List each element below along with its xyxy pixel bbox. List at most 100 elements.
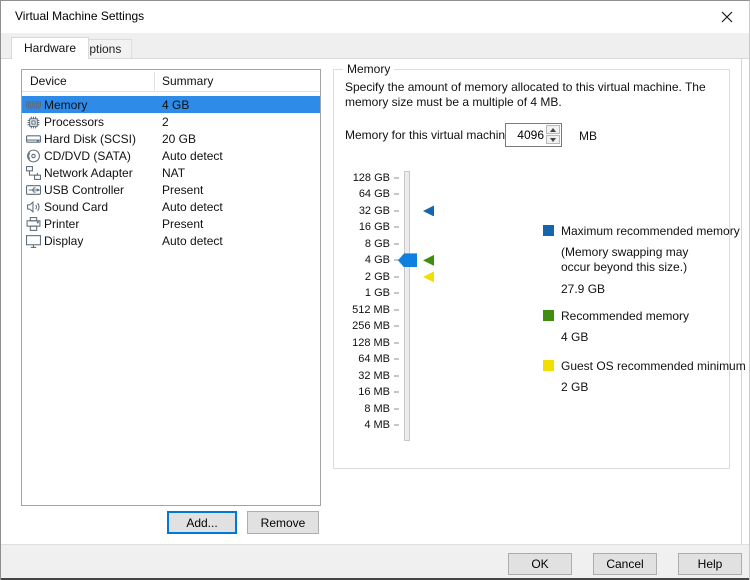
device-name: CD/DVD (SATA) (44, 149, 162, 163)
scale-tick (394, 408, 399, 410)
scale-label: 16 GB (334, 220, 390, 234)
legend-value: 4 GB (561, 330, 736, 344)
memory-groupbox: Memory Specify the amount of memory allo… (333, 69, 730, 469)
scale-tick (394, 177, 399, 179)
scale-label: 64 GB (334, 187, 390, 201)
device-summary: Present (162, 217, 203, 231)
scale-label: 8 MB (334, 402, 390, 416)
tab-strip: Hardware Options (1, 33, 749, 59)
sound-icon (26, 200, 41, 214)
device-row-processors[interactable]: Processors2 (22, 113, 320, 130)
device-name: Processors (44, 115, 162, 129)
device-summary: 4 GB (162, 98, 189, 112)
scale-tick (394, 193, 399, 195)
vm-settings-dialog: Virtual Machine Settings Hardware Option… (0, 0, 750, 580)
legend-label: Maximum recommended memory (561, 224, 736, 238)
device-summary: 20 GB (162, 132, 196, 146)
scale-label: 256 MB (334, 319, 390, 333)
device-row-network-adapter[interactable]: Network AdapterNAT (22, 164, 320, 181)
device-summary: Auto detect (162, 149, 223, 163)
legend-note: (Memory swapping may occur beyond this s… (561, 245, 736, 275)
scale-label: 8 GB (334, 237, 390, 251)
slider-handle[interactable] (398, 253, 417, 267)
guest-minimum-marker (423, 271, 434, 282)
maximum-recommended-marker (423, 205, 434, 216)
scale-tick (394, 226, 399, 228)
cd-dvd-icon (26, 149, 41, 163)
legend-color-swatch (543, 225, 554, 236)
device-name: Hard Disk (SCSI) (44, 132, 162, 146)
device-name: Memory (44, 98, 162, 112)
column-header-device: Device (30, 74, 67, 88)
device-name: USB Controller (44, 183, 162, 197)
window-title: Virtual Machine Settings (15, 9, 144, 23)
device-summary: NAT (162, 166, 185, 180)
device-summary: Present (162, 183, 203, 197)
display-icon (26, 234, 41, 248)
device-name: Printer (44, 217, 162, 231)
column-divider (154, 72, 155, 90)
close-icon (721, 11, 733, 23)
device-list: Device Summary Memory4 GBProcessors2Hard… (21, 69, 321, 506)
scale-label: 4 GB (334, 253, 390, 267)
processor-icon (26, 115, 41, 129)
scale-tick (394, 210, 399, 212)
footer-bar: OK Cancel Help (1, 544, 749, 578)
memory-icon (26, 98, 41, 112)
device-row-sound-card[interactable]: Sound CardAuto detect (22, 198, 320, 215)
scale-tick (394, 391, 399, 393)
legend-label: Recommended memory (561, 309, 736, 323)
device-summary: Auto detect (162, 200, 223, 214)
cancel-button[interactable]: Cancel (593, 553, 657, 575)
scale-tick (394, 358, 399, 360)
scale-tick (394, 375, 399, 377)
legend-value: 2 GB (561, 380, 736, 394)
recommended-marker (423, 255, 434, 266)
close-button[interactable] (717, 7, 737, 27)
scale-label: 32 MB (334, 369, 390, 383)
device-row-usb-controller[interactable]: USB ControllerPresent (22, 181, 320, 198)
scale-label: 128 GB (334, 171, 390, 185)
scale-label: 1 GB (334, 286, 390, 300)
scale-tick (394, 325, 399, 327)
title-bar: Virtual Machine Settings (1, 1, 749, 33)
scale-tick (394, 309, 399, 311)
legend-label: Guest OS recommended minimum (561, 359, 736, 373)
scale-label: 128 MB (334, 336, 390, 350)
help-button[interactable]: Help (678, 553, 742, 575)
device-row-hard-disk-scsi[interactable]: Hard Disk (SCSI)20 GB (22, 130, 320, 147)
device-table-body: Memory4 GBProcessors2Hard Disk (SCSI)20 … (22, 96, 320, 249)
device-row-printer[interactable]: PrinterPresent (22, 215, 320, 232)
scale-tick (394, 342, 399, 344)
column-header-summary: Summary (162, 74, 213, 88)
hard-disk-icon (26, 132, 41, 146)
printer-icon (26, 217, 41, 231)
scale-label: 64 MB (334, 352, 390, 366)
scale-label: 32 GB (334, 204, 390, 218)
tab-hardware[interactable]: Hardware (11, 37, 89, 59)
scale-tick (394, 243, 399, 245)
device-row-display[interactable]: DisplayAuto detect (22, 232, 320, 249)
legend-color-swatch (543, 360, 554, 371)
usb-icon (26, 183, 41, 197)
device-name: Sound Card (44, 200, 162, 214)
device-name: Network Adapter (44, 166, 162, 180)
scale-label: 512 MB (334, 303, 390, 317)
slider-track[interactable] (404, 171, 410, 441)
remove-button[interactable]: Remove (247, 511, 319, 534)
scale-label: 4 MB (334, 418, 390, 432)
scale-tick (394, 276, 399, 278)
device-row-memory[interactable]: Memory4 GB (22, 96, 320, 113)
device-row-cd-dvd-sata[interactable]: CD/DVD (SATA)Auto detect (22, 147, 320, 164)
ok-button[interactable]: OK (508, 553, 572, 575)
tab-page-border (741, 59, 742, 544)
device-list-header: Device Summary (22, 70, 320, 92)
scale-label: 2 GB (334, 270, 390, 284)
scale-tick (394, 424, 399, 426)
add-button[interactable]: Add... (167, 511, 237, 534)
scale-label: 16 MB (334, 385, 390, 399)
device-summary: Auto detect (162, 234, 223, 248)
legend-value: 27.9 GB (561, 282, 736, 296)
legend-color-swatch (543, 310, 554, 321)
device-name: Display (44, 234, 162, 248)
